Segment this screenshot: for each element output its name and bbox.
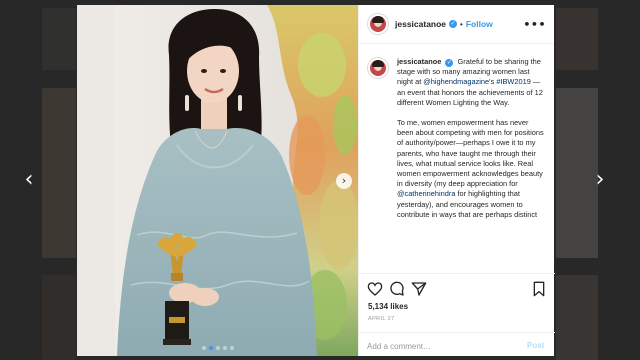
more-options-icon[interactable]: •••	[523, 18, 546, 31]
likes-count[interactable]: 5,134 likes	[368, 302, 408, 311]
carousel-dot	[229, 346, 234, 350]
comment-input[interactable]	[367, 340, 507, 352]
avatar[interactable]	[367, 57, 389, 79]
bookmark-icon[interactable]	[531, 281, 547, 297]
chevron-right-icon: ›	[341, 174, 347, 187]
header-username[interactable]: jessicatanoe	[395, 19, 446, 29]
next-post-button[interactable]: ›	[591, 168, 609, 192]
share-icon[interactable]	[411, 281, 427, 297]
caption-username[interactable]: jessicatanoe	[397, 57, 441, 66]
carousel-indicator	[77, 346, 358, 350]
mention-link[interactable]: @catherinehindra	[397, 189, 455, 198]
caption-text-part: To me, women empowerment has never been …	[397, 118, 544, 189]
heart-icon[interactable]	[367, 281, 383, 297]
post-date[interactable]: APRIL 27	[368, 316, 395, 322]
post-photo-illustration	[77, 5, 358, 356]
follow-button[interactable]: Follow	[466, 19, 493, 29]
hashtag-link[interactable]: #IBW2019	[496, 77, 531, 86]
post-actions: 5,134 likes APRIL 27 Post	[359, 273, 555, 356]
post-header: jessicatanoe ✓ • Follow •••	[359, 5, 554, 44]
caption-paragraph: To me, women empowerment has never been …	[397, 118, 545, 220]
chevron-right-icon: ›	[595, 167, 605, 192]
caption-text: jessicatanoe ✓ Grateful to be sharing th…	[397, 57, 545, 220]
post-sidebar: jessicatanoe ✓ • Follow ••• jessicatanoe…	[358, 5, 555, 356]
caption-area: jessicatanoe ✓ Grateful to be sharing th…	[359, 45, 555, 273]
avatar[interactable]	[367, 13, 389, 35]
post-comment-button[interactable]: Post	[527, 341, 544, 350]
previous-post-button[interactable]: ‹	[20, 168, 38, 192]
carousel-dot-active	[208, 346, 213, 350]
avatar-image	[370, 60, 386, 76]
caption-comment: jessicatanoe ✓ Grateful to be sharing th…	[367, 57, 545, 220]
post-photo[interactable]: ›	[77, 5, 358, 356]
comment-form: Post	[359, 332, 555, 357]
comment-icon[interactable]	[389, 281, 405, 297]
action-icons	[367, 281, 547, 299]
carousel-dot	[222, 346, 227, 350]
post-modal: › jessicatanoe ✓ • Follow ••• jessicatan…	[77, 5, 555, 356]
separator-dot: •	[460, 19, 463, 29]
avatar-image	[370, 16, 386, 32]
verified-badge-icon: ✓	[445, 59, 454, 67]
mention-link[interactable]: @highendmagazine	[423, 77, 489, 86]
carousel-dot	[201, 346, 206, 350]
photo-next-button[interactable]: ›	[336, 173, 352, 189]
carousel-dot	[215, 346, 220, 350]
verified-badge-icon: ✓	[449, 20, 458, 28]
chevron-left-icon: ‹	[24, 167, 34, 192]
